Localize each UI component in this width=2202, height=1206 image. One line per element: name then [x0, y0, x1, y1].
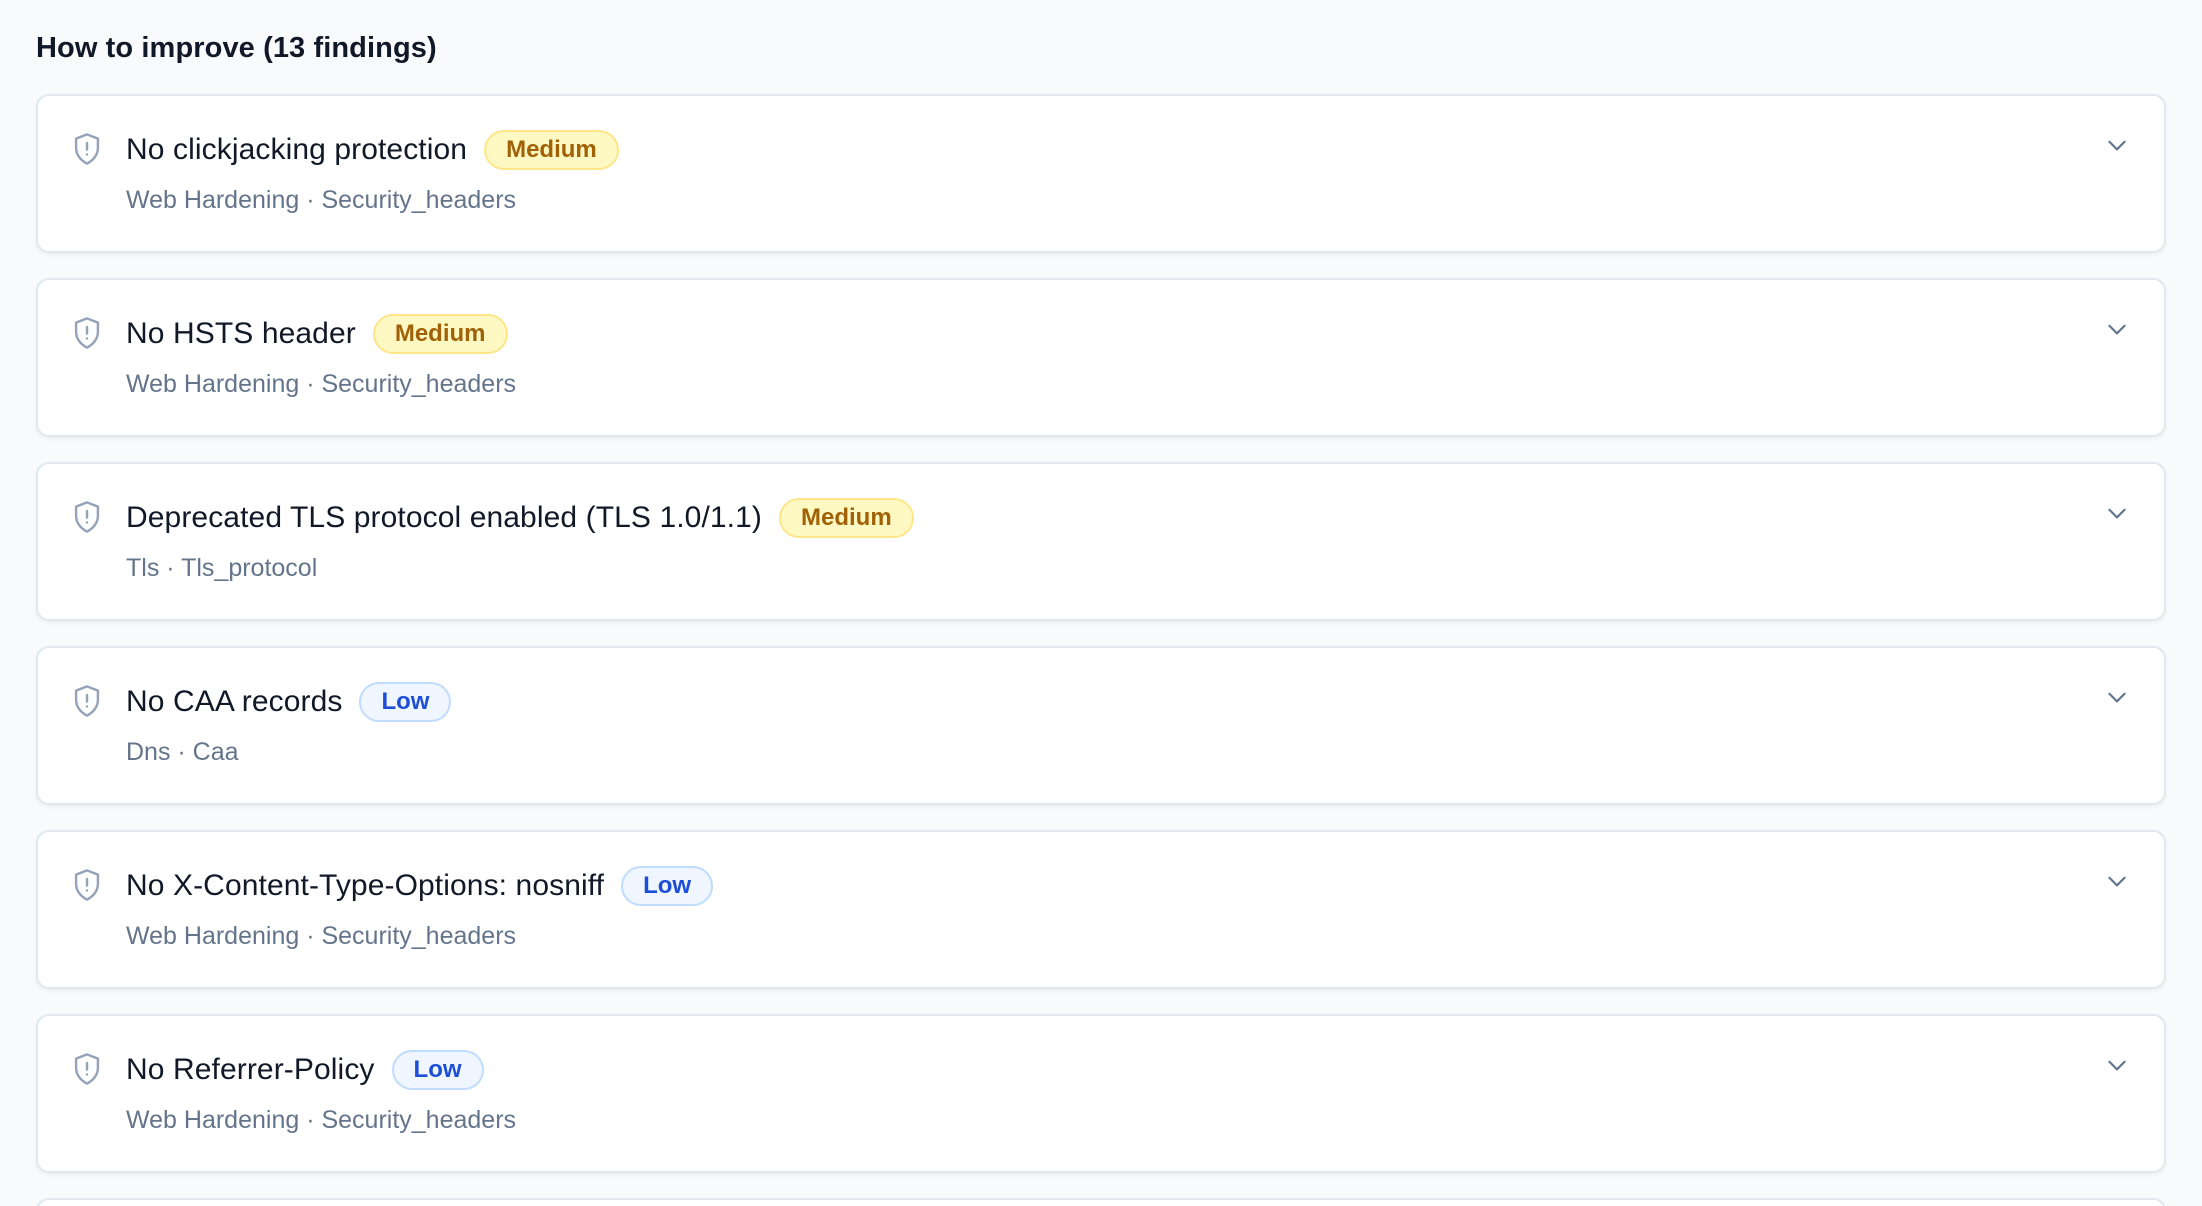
severity-badge: Medium — [484, 130, 619, 170]
finding-title-row: No HSTS header Medium — [126, 312, 508, 356]
finding-category: Web Hardening · Security_headers — [126, 370, 517, 398]
severity-badge: Low — [359, 682, 452, 722]
finding-card[interactable]: No Referrer-Policy Low Web Hardening · S… — [36, 1014, 2166, 1173]
finding-title-row: No clickjacking protection Medium — [126, 128, 619, 172]
section-title: How to improve (13 findings) — [36, 32, 437, 64]
finding-card[interactable]: Deprecated TLS protocol enabled (TLS 1.0… — [36, 462, 2166, 621]
finding-title: No X-Content-Type-Options: nosniff — [126, 869, 605, 902]
finding-title: Deprecated TLS protocol enabled (TLS 1.0… — [126, 501, 762, 534]
finding-card[interactable]: No CAA records Low Dns · Caa — [36, 646, 2166, 805]
chevron-down-icon[interactable] — [2104, 868, 2130, 894]
finding-title-row: No X-Content-Type-Options: nosniff Low — [126, 864, 714, 908]
finding-category: Tls · Tls_protocol — [126, 554, 318, 582]
finding-card-partial[interactable] — [36, 1198, 2166, 1206]
chevron-down-icon[interactable] — [2104, 316, 2130, 342]
severity-badge: Medium — [372, 314, 508, 354]
finding-title: No CAA records — [126, 685, 343, 718]
finding-title: No clickjacking protection — [126, 133, 468, 166]
severity-badge: Medium — [779, 498, 914, 538]
shield-alert-icon — [74, 501, 100, 533]
shield-alert-icon — [74, 869, 100, 901]
shield-alert-icon — [74, 133, 100, 165]
shield-alert-icon — [74, 317, 100, 349]
shield-alert-icon — [74, 1053, 100, 1085]
chevron-down-icon[interactable] — [2104, 684, 2130, 710]
finding-title: No Referrer-Policy — [126, 1053, 375, 1086]
shield-alert-icon — [74, 685, 100, 717]
findings-page: How to improve (13 findings) No clickjac… — [0, 0, 2202, 1206]
finding-card[interactable]: No HSTS header Medium Web Hardening · Se… — [36, 278, 2166, 437]
finding-category: Dns · Caa — [126, 738, 239, 766]
chevron-down-icon[interactable] — [2104, 132, 2130, 158]
finding-title-row: No CAA records Low — [126, 680, 452, 724]
finding-category: Web Hardening · Security_headers — [126, 922, 517, 950]
finding-category: Web Hardening · Security_headers — [126, 1106, 517, 1134]
finding-title-row: Deprecated TLS protocol enabled (TLS 1.0… — [126, 496, 914, 540]
severity-badge: Low — [391, 1050, 484, 1090]
finding-category: Web Hardening · Security_headers — [126, 186, 517, 214]
finding-title: No HSTS header — [126, 317, 356, 350]
finding-card[interactable]: No X-Content-Type-Options: nosniff Low W… — [36, 830, 2166, 989]
chevron-down-icon[interactable] — [2104, 500, 2130, 526]
severity-badge: Low — [621, 866, 714, 906]
chevron-down-icon[interactable] — [2104, 1052, 2130, 1078]
finding-title-row: No Referrer-Policy Low — [126, 1048, 484, 1092]
finding-card[interactable]: No clickjacking protection Medium Web Ha… — [36, 94, 2166, 253]
findings-list: No clickjacking protection Medium Web Ha… — [36, 94, 2166, 1198]
